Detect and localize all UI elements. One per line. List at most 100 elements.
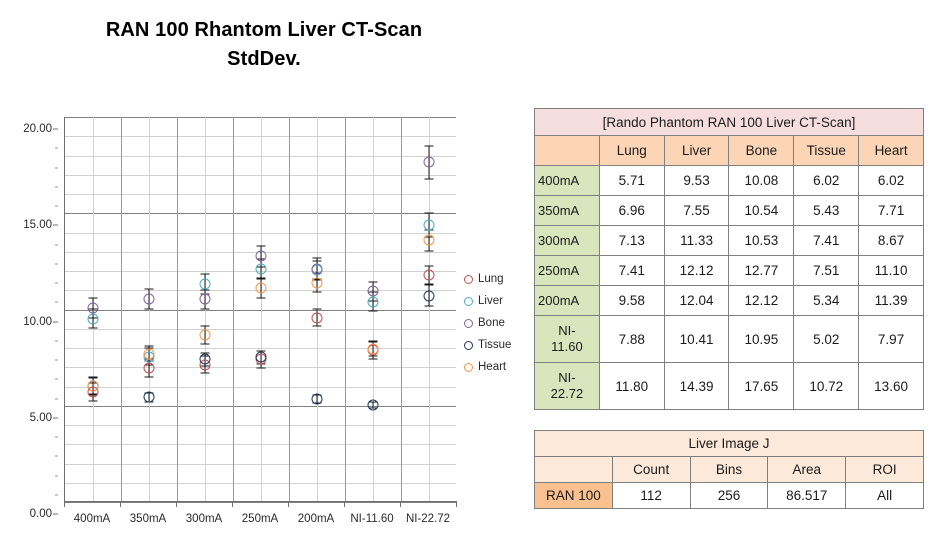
error-bar-cap <box>424 305 434 307</box>
data-point-tissue <box>311 393 323 405</box>
legend-label: Bone <box>478 317 505 329</box>
y-tick-minor <box>55 436 58 438</box>
column-header-tissue: Tissue <box>793 135 860 166</box>
error-bar-cap <box>200 343 210 345</box>
data-point-lung <box>423 269 435 281</box>
legend-item-bone[interactable]: Bone <box>464 312 528 334</box>
error-bar-cap <box>368 355 378 357</box>
row-header-line-2: 22.72 <box>550 386 584 401</box>
legend-item-lung[interactable]: Lung <box>464 268 528 290</box>
table-cell: 7.41 <box>793 225 860 256</box>
y-tick-minor <box>55 359 58 361</box>
error-bar-cap <box>256 367 266 369</box>
y-tick-minor <box>55 244 58 245</box>
table-cell: 12.12 <box>728 285 795 316</box>
table-cell: 7.88 <box>598 315 665 363</box>
data-point-liver <box>367 296 379 308</box>
x-axis-tick-label: 200mA <box>297 513 335 525</box>
liver-imagej-table: Liver Image J Count Bins Area ROI RAN 100 112 2… <box>534 430 924 509</box>
table-cell: 10.41 <box>663 315 730 363</box>
y-tick-minor <box>55 205 58 207</box>
x-tick <box>288 501 289 507</box>
x-tick <box>176 501 177 507</box>
table-row: 400mA 5.71 9.53 10.08 6.02 6.02 <box>534 165 924 196</box>
error-bar-cap <box>144 308 154 310</box>
x-axis-tick-label: 400mA <box>73 513 111 525</box>
table-cell: 7.51 <box>793 255 860 286</box>
table-cell: 12.12 <box>663 255 730 286</box>
table-cell: 10.95 <box>728 315 795 363</box>
main-data-table: [Rando Phantom RAN 100 Liver CT-Scan] Lun… <box>534 108 924 410</box>
data-point-liver <box>199 278 211 290</box>
table-cell: 7.97 <box>858 315 924 363</box>
x-tick <box>344 501 345 507</box>
data-point-heart <box>367 343 379 355</box>
legend-label: Lung <box>478 273 504 285</box>
x-axis-tick-label: 250mA <box>241 513 279 525</box>
x-axis-tick-label: 350mA <box>129 513 167 525</box>
sub-column-header-area: Area <box>767 456 847 483</box>
error-bar-cap <box>88 400 98 402</box>
data-point-tissue <box>143 391 155 403</box>
table-cell: 10.08 <box>728 165 795 196</box>
table-row: 250mA 7.41 12.12 12.77 7.51 11.10 <box>534 255 924 286</box>
y-axis: 0.00 5.00 10.00 15.00 20.00 <box>0 117 58 520</box>
error-bar-cap <box>368 281 378 283</box>
gridline-major <box>65 502 456 503</box>
data-point-liver <box>255 263 267 275</box>
table-row: 300mA 7.13 11.33 10.53 7.41 8.67 <box>534 225 924 256</box>
table-header-row: Lung Liver Bone Tissue Heart <box>534 135 924 166</box>
sub-table-title-row: Liver Image J <box>534 430 924 457</box>
x-tick <box>120 501 121 507</box>
data-point-lung <box>143 362 155 374</box>
legend-marker-icon <box>464 362 473 372</box>
legend-item-liver[interactable]: Liver <box>464 290 528 312</box>
y-tick-minor <box>55 167 58 168</box>
legend-item-heart[interactable]: Heart <box>464 356 528 378</box>
error-bar-cap <box>200 273 210 275</box>
gridline-category <box>233 117 234 501</box>
y-tick-minor <box>55 455 58 457</box>
table-row: NI- 22.72 11.80 14.39 17.65 10.72 13.60 <box>534 362 924 410</box>
data-point-liver <box>423 219 435 231</box>
title-line-1: RAN 100 Rhantom Liver CT-Scan <box>105 19 423 41</box>
error-bar-cap <box>144 376 154 378</box>
sub-table-cell: 256 <box>689 482 769 509</box>
main-table-title: [Rando Phantom RAN 100 Liver CT-Scan] <box>534 108 924 136</box>
y-tick-major <box>53 224 58 226</box>
table-cell: 7.41 <box>598 255 665 286</box>
error-bar-cap <box>144 288 154 290</box>
row-header: 300mA <box>534 225 600 256</box>
table-cell: 6.02 <box>793 165 860 196</box>
column-header-bone: Bone <box>728 135 795 166</box>
y-tick-minor <box>55 398 58 399</box>
table-cell: 12.04 <box>663 285 730 316</box>
gridline-category <box>121 117 122 501</box>
error-bar-cap <box>88 376 98 378</box>
legend-marker-icon <box>464 318 473 328</box>
error-bar-cap <box>200 372 210 374</box>
sub-row-header: RAN 100 <box>534 482 613 509</box>
gridline-category <box>345 117 346 501</box>
sub-table-cell: All <box>845 482 924 509</box>
table-cell: 11.80 <box>598 362 665 410</box>
error-bar-cap <box>144 345 154 347</box>
data-point-tissue <box>423 290 435 302</box>
column-header-heart: Heart <box>858 135 924 166</box>
sub-table-header-row: Count Bins Area ROI <box>534 456 924 483</box>
legend-item-tissue[interactable]: Tissue <box>464 334 528 356</box>
table-cell: 10.53 <box>728 225 795 256</box>
column-header-lung: Lung <box>598 135 665 166</box>
error-bar-cap <box>424 178 434 180</box>
y-tick-minor <box>55 340 58 342</box>
table-cell: 12.77 <box>728 255 795 286</box>
error-bar-cap <box>368 340 378 342</box>
row-header-line-2: 11.60 <box>551 339 583 354</box>
y-tick-minor <box>55 147 58 149</box>
y-tick-minor <box>55 282 58 284</box>
table-row: 350mA 6.96 7.55 10.54 5.43 7.71 <box>534 195 924 226</box>
error-bar-cap <box>312 291 322 293</box>
error-bar-cap <box>312 257 322 259</box>
y-axis-tick-label: 5.00 <box>29 411 52 424</box>
table-cell: 7.55 <box>663 195 730 226</box>
